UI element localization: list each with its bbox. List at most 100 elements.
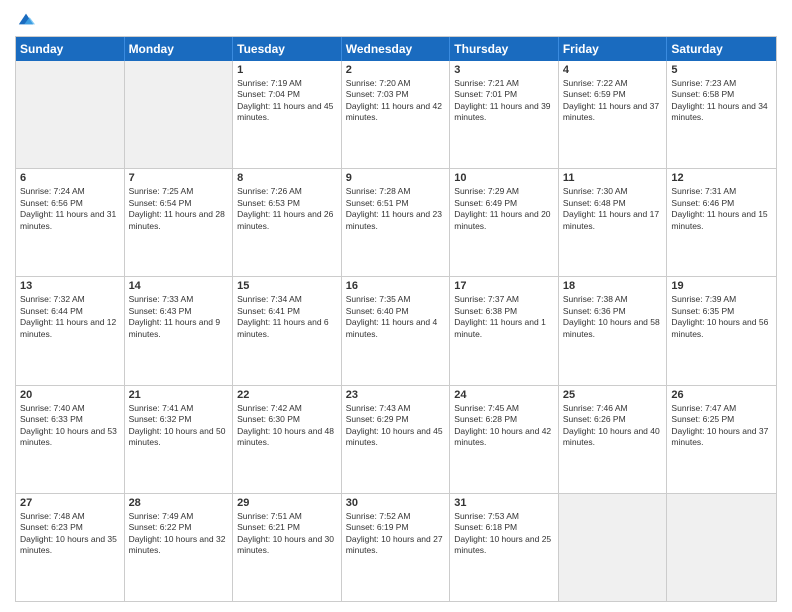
cell-text: Sunrise: 7:48 AM Sunset: 6:23 PM Dayligh… (20, 511, 120, 557)
day-number: 13 (20, 280, 120, 292)
day-number: 1 (237, 64, 337, 76)
day-number: 30 (346, 497, 446, 509)
cell-text: Sunrise: 7:39 AM Sunset: 6:35 PM Dayligh… (671, 294, 772, 340)
day-number: 18 (563, 280, 663, 292)
day-number: 27 (20, 497, 120, 509)
calendar-cell: 14 Sunrise: 7:33 AM Sunset: 6:43 PM Dayli… (125, 277, 234, 384)
cell-text: Sunrise: 7:30 AM Sunset: 6:48 PM Dayligh… (563, 186, 663, 232)
calendar-header-cell: Monday (125, 37, 234, 61)
calendar-cell (125, 61, 234, 168)
calendar-header-cell: Tuesday (233, 37, 342, 61)
calendar-week-row: 20Sunrise: 7:40 AM Sunset: 6:33 PM Dayli… (16, 385, 776, 493)
day-number: 15 (237, 280, 337, 292)
day-number: 12 (671, 172, 772, 184)
calendar-cell (667, 494, 776, 601)
cell-text: Sunrise: 7:21 AM Sunset: 7:01 PM Dayligh… (454, 78, 554, 124)
cell-text: Sunrise: 7:20 AM Sunset: 7:03 PM Dayligh… (346, 78, 446, 124)
calendar-week-row: 1 Sunrise: 7:19 AM Sunset: 7:04 PM Daylig… (16, 61, 776, 168)
calendar-cell: 21Sunrise: 7:41 AM Sunset: 6:32 PM Dayli… (125, 386, 234, 493)
calendar-header-cell: Friday (559, 37, 668, 61)
day-number: 4 (563, 64, 663, 76)
calendar-cell: 3Sunrise: 7:21 AM Sunset: 7:01 PM Daylig… (450, 61, 559, 168)
cell-text: Sunrise: 7:19 AM Sunset: 7:04 PM Dayligh… (237, 78, 337, 124)
calendar-cell: 25 Sunrise: 7:46 AM Sunset: 6:26 PM Dayli… (559, 386, 668, 493)
calendar-cell: 18 Sunrise: 7:38 AM Sunset: 6:36 PM Dayli… (559, 277, 668, 384)
cell-text: Sunrise: 7:26 AM Sunset: 6:53 PM Dayligh… (237, 186, 337, 232)
calendar-cell: 17 Sunrise: 7:37 AM Sunset: 6:38 PM Dayli… (450, 277, 559, 384)
calendar-cell: 20Sunrise: 7:40 AM Sunset: 6:33 PM Dayli… (16, 386, 125, 493)
cell-text: Sunrise: 7:33 AM Sunset: 6:43 PM Dayligh… (129, 294, 229, 340)
day-number: 23 (346, 389, 446, 401)
calendar-body: 1 Sunrise: 7:19 AM Sunset: 7:04 PM Daylig… (16, 61, 776, 601)
cell-text: Sunrise: 7:41 AM Sunset: 6:32 PM Dayligh… (129, 403, 229, 449)
day-number: 2 (346, 64, 446, 76)
logo-icon (17, 10, 35, 28)
cell-text: Sunrise: 7:53 AM Sunset: 6:18 PM Dayligh… (454, 511, 554, 557)
calendar-cell: 23 Sunrise: 7:43 AM Sunset: 6:29 PM Dayli… (342, 386, 451, 493)
day-number: 19 (671, 280, 772, 292)
calendar-cell: 11Sunrise: 7:30 AM Sunset: 6:48 PM Dayli… (559, 169, 668, 276)
day-number: 16 (346, 280, 446, 292)
day-number: 24 (454, 389, 554, 401)
page: SundayMondayTuesdayWednesdayThursdayFrid… (0, 0, 792, 612)
day-number: 29 (237, 497, 337, 509)
cell-text: Sunrise: 7:35 AM Sunset: 6:40 PM Dayligh… (346, 294, 446, 340)
day-number: 14 (129, 280, 229, 292)
calendar-cell: 2 Sunrise: 7:20 AM Sunset: 7:03 PM Daylig… (342, 61, 451, 168)
day-number: 22 (237, 389, 337, 401)
calendar-cell: 24 Sunrise: 7:45 AM Sunset: 6:28 PM Dayli… (450, 386, 559, 493)
cell-text: Sunrise: 7:51 AM Sunset: 6:21 PM Dayligh… (237, 511, 337, 557)
cell-text: Sunrise: 7:38 AM Sunset: 6:36 PM Dayligh… (563, 294, 663, 340)
day-number: 31 (454, 497, 554, 509)
cell-text: Sunrise: 7:47 AM Sunset: 6:25 PM Dayligh… (671, 403, 772, 449)
calendar-header-cell: Saturday (667, 37, 776, 61)
calendar-cell: 15Sunrise: 7:34 AM Sunset: 6:41 PM Dayli… (233, 277, 342, 384)
calendar-cell: 31 Sunrise: 7:53 AM Sunset: 6:18 PM Dayli… (450, 494, 559, 601)
calendar-week-row: 6 Sunrise: 7:24 AM Sunset: 6:56 PM Daylig… (16, 168, 776, 276)
day-number: 17 (454, 280, 554, 292)
calendar-cell: 9Sunrise: 7:28 AM Sunset: 6:51 PM Daylig… (342, 169, 451, 276)
calendar-cell (16, 61, 125, 168)
day-number: 20 (20, 389, 120, 401)
calendar-header-cell: Sunday (16, 37, 125, 61)
calendar-cell: 28 Sunrise: 7:49 AM Sunset: 6:22 PM Dayli… (125, 494, 234, 601)
cell-text: Sunrise: 7:37 AM Sunset: 6:38 PM Dayligh… (454, 294, 554, 340)
cell-text: Sunrise: 7:24 AM Sunset: 6:56 PM Dayligh… (20, 186, 120, 232)
day-number: 6 (20, 172, 120, 184)
calendar-cell: 10Sunrise: 7:29 AM Sunset: 6:49 PM Dayli… (450, 169, 559, 276)
calendar: SundayMondayTuesdayWednesdayThursdayFrid… (15, 36, 777, 602)
cell-text: Sunrise: 7:28 AM Sunset: 6:51 PM Dayligh… (346, 186, 446, 232)
calendar-cell: 7 Sunrise: 7:25 AM Sunset: 6:54 PM Daylig… (125, 169, 234, 276)
calendar-header-cell: Thursday (450, 37, 559, 61)
calendar-cell: 26 Sunrise: 7:47 AM Sunset: 6:25 PM Dayli… (667, 386, 776, 493)
cell-text: Sunrise: 7:25 AM Sunset: 6:54 PM Dayligh… (129, 186, 229, 232)
day-number: 26 (671, 389, 772, 401)
calendar-cell: 12 Sunrise: 7:31 AM Sunset: 6:46 PM Dayli… (667, 169, 776, 276)
day-number: 8 (237, 172, 337, 184)
cell-text: Sunrise: 7:46 AM Sunset: 6:26 PM Dayligh… (563, 403, 663, 449)
calendar-week-row: 27 Sunrise: 7:48 AM Sunset: 6:23 PM Dayli… (16, 493, 776, 601)
cell-text: Sunrise: 7:32 AM Sunset: 6:44 PM Dayligh… (20, 294, 120, 340)
day-number: 7 (129, 172, 229, 184)
calendar-cell: 1 Sunrise: 7:19 AM Sunset: 7:04 PM Daylig… (233, 61, 342, 168)
day-number: 28 (129, 497, 229, 509)
cell-text: Sunrise: 7:31 AM Sunset: 6:46 PM Dayligh… (671, 186, 772, 232)
cell-text: Sunrise: 7:45 AM Sunset: 6:28 PM Dayligh… (454, 403, 554, 449)
calendar-cell: 16 Sunrise: 7:35 AM Sunset: 6:40 PM Dayli… (342, 277, 451, 384)
logo (15, 10, 35, 28)
cell-text: Sunrise: 7:43 AM Sunset: 6:29 PM Dayligh… (346, 403, 446, 449)
cell-text: Sunrise: 7:52 AM Sunset: 6:19 PM Dayligh… (346, 511, 446, 557)
calendar-cell: 6 Sunrise: 7:24 AM Sunset: 6:56 PM Daylig… (16, 169, 125, 276)
cell-text: Sunrise: 7:42 AM Sunset: 6:30 PM Dayligh… (237, 403, 337, 449)
calendar-cell (559, 494, 668, 601)
calendar-cell: 30 Sunrise: 7:52 AM Sunset: 6:19 PM Dayli… (342, 494, 451, 601)
cell-text: Sunrise: 7:49 AM Sunset: 6:22 PM Dayligh… (129, 511, 229, 557)
cell-text: Sunrise: 7:23 AM Sunset: 6:58 PM Dayligh… (671, 78, 772, 124)
calendar-cell: 19 Sunrise: 7:39 AM Sunset: 6:35 PM Dayli… (667, 277, 776, 384)
day-number: 25 (563, 389, 663, 401)
cell-text: Sunrise: 7:22 AM Sunset: 6:59 PM Dayligh… (563, 78, 663, 124)
calendar-cell: 27 Sunrise: 7:48 AM Sunset: 6:23 PM Dayli… (16, 494, 125, 601)
calendar-week-row: 13 Sunrise: 7:32 AM Sunset: 6:44 PM Dayli… (16, 276, 776, 384)
calendar-cell: 4 Sunrise: 7:22 AM Sunset: 6:59 PM Daylig… (559, 61, 668, 168)
calendar-cell: 13 Sunrise: 7:32 AM Sunset: 6:44 PM Dayli… (16, 277, 125, 384)
